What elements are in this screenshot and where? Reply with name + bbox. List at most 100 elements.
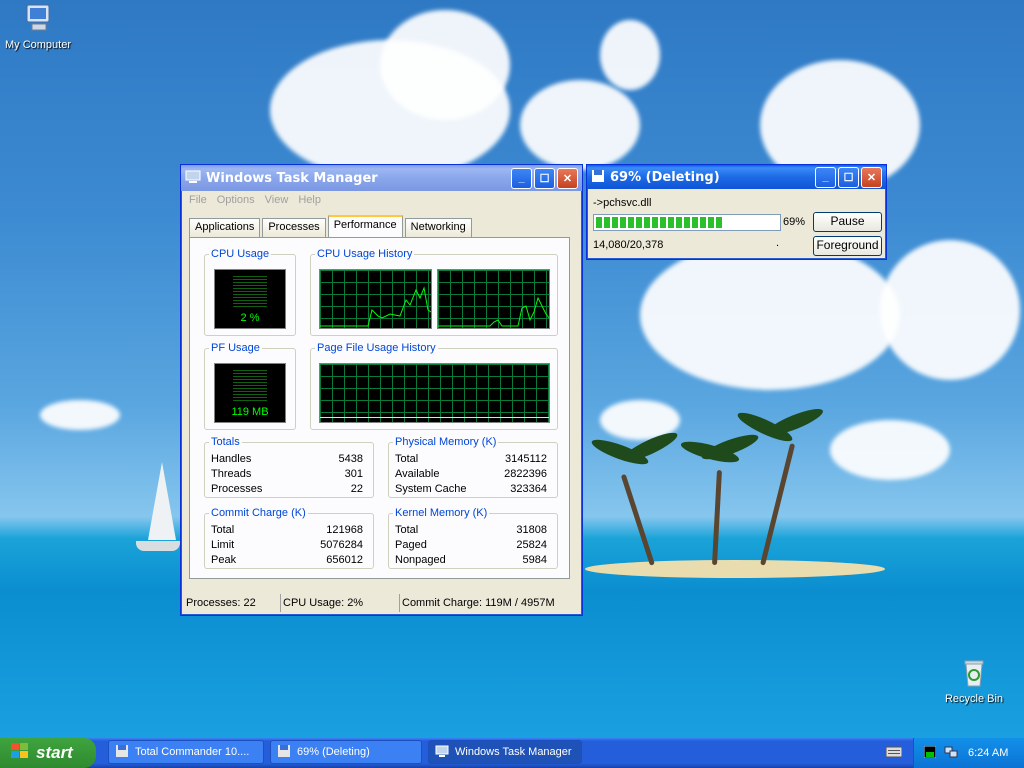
island bbox=[585, 560, 885, 578]
menu-help[interactable]: Help bbox=[298, 194, 321, 206]
commit-charge-row: Peak 656012 bbox=[211, 554, 363, 569]
pause-button[interactable]: Pause bbox=[813, 212, 882, 232]
row-value: 31808 bbox=[516, 524, 547, 536]
minimize-icon: _ bbox=[518, 172, 525, 184]
commit-charge-row: Limit 5076284 bbox=[211, 539, 363, 554]
delete-progress-window: 69% (Deleting) _ ☐ ✕ ->pchsvc.dll 69% 14… bbox=[586, 164, 887, 260]
cpu-usage-meter: 2 % bbox=[214, 269, 286, 329]
menu-options[interactable]: Options bbox=[217, 194, 255, 206]
cpu-history-graph-core1 bbox=[319, 269, 432, 329]
row-key: Limit bbox=[211, 539, 235, 551]
pf-history-group: Page File Usage History bbox=[310, 342, 558, 430]
physical-memory-row: Total 3145112 bbox=[395, 453, 547, 468]
close-button[interactable]: ✕ bbox=[861, 166, 882, 188]
row-key: Total bbox=[211, 524, 235, 536]
taskbar-button-total-commander[interactable]: Total Commander 10.... bbox=[108, 740, 264, 764]
task-manager-app-icon bbox=[185, 170, 201, 187]
physical-memory-group: Physical Memory (K) Total 3145112 Availab… bbox=[388, 436, 558, 498]
taskbar-button-label: 69% (Deleting) bbox=[297, 746, 370, 758]
my-computer-desktop-icon[interactable]: My Computer bbox=[0, 2, 78, 51]
kernel-memory-row: Nonpaged 5984 bbox=[395, 554, 547, 569]
status-dot: . bbox=[776, 237, 780, 249]
cpu-history-group: CPU Usage History bbox=[310, 248, 558, 336]
totals-row: Threads 301 bbox=[211, 468, 363, 483]
physical-memory-label: Physical Memory (K) bbox=[393, 436, 499, 448]
floppy-disk-icon bbox=[115, 744, 129, 761]
pf-usage-group: PF Usage 119 MB bbox=[204, 342, 296, 430]
commit-charge-label: Commit Charge (K) bbox=[209, 507, 308, 519]
taskbar: start Total Commander 10.... 69% (Deleti… bbox=[0, 738, 1024, 768]
close-button[interactable]: ✕ bbox=[557, 167, 578, 189]
file-count: 14,080/20,378 bbox=[593, 239, 664, 251]
taskbar-button-label: Windows Task Manager bbox=[455, 746, 572, 758]
pf-history-graph bbox=[319, 363, 550, 423]
status-commit-charge: Commit Charge: 119M / 4957M bbox=[402, 597, 555, 609]
minimize-icon: _ bbox=[822, 171, 829, 183]
physical-memory-row: System Cache 323364 bbox=[395, 483, 547, 498]
cpu-usage-label: CPU Usage bbox=[209, 248, 272, 260]
pf-usage-label: PF Usage bbox=[209, 342, 262, 354]
floppy-disk-icon bbox=[591, 169, 605, 186]
delete-progress-titlebar[interactable]: 69% (Deleting) _ ☐ ✕ bbox=[587, 165, 886, 189]
delete-progress-bar bbox=[593, 214, 781, 231]
tab-performance[interactable]: Performance bbox=[327, 215, 403, 238]
status-bar: Processes: 22 CPU Usage: 2% Commit Charg… bbox=[184, 594, 579, 612]
computer-icon bbox=[0, 2, 78, 37]
row-value: 22 bbox=[350, 483, 363, 495]
task-manager-titlebar[interactable]: Windows Task Manager _ ☐ ✕ bbox=[181, 165, 582, 191]
maximize-icon: ☐ bbox=[843, 171, 854, 184]
commit-charge-row: Total 121968 bbox=[211, 524, 363, 539]
totals-group: Totals Handles 5438 Threads 301 Processes 2… bbox=[204, 436, 374, 498]
row-key: Handles bbox=[211, 453, 252, 465]
foreground-button[interactable]: Foreground bbox=[813, 236, 882, 256]
maximize-icon: ☐ bbox=[539, 172, 550, 185]
taskbar-button-deleting[interactable]: 69% (Deleting) bbox=[270, 740, 422, 764]
kernel-memory-group: Kernel Memory (K) Total 31808 Paged 25824 … bbox=[388, 507, 558, 569]
kernel-memory-row: Paged 25824 bbox=[395, 539, 547, 554]
maximize-button[interactable]: ☐ bbox=[534, 167, 555, 189]
row-key: Threads bbox=[211, 468, 252, 480]
menu-file[interactable]: File bbox=[189, 194, 207, 206]
row-value: 3145112 bbox=[504, 453, 547, 465]
kernel-memory-row: Total 31808 bbox=[395, 524, 547, 539]
row-value: 121968 bbox=[326, 524, 363, 536]
clock[interactable]: 6:24 AM bbox=[968, 747, 1008, 759]
sailboat-hull bbox=[136, 541, 180, 551]
totals-label: Totals bbox=[209, 436, 242, 448]
tab-applications[interactable]: Applications bbox=[189, 218, 261, 237]
delete-progress-fill bbox=[596, 217, 722, 228]
row-key: Processes bbox=[211, 483, 263, 495]
status-processes: Processes: 22 bbox=[184, 594, 281, 612]
row-value: 5438 bbox=[338, 453, 363, 465]
start-button[interactable]: start bbox=[0, 738, 96, 768]
window-title: 69% (Deleting) bbox=[610, 169, 720, 185]
cpu-history-label: CPU Usage History bbox=[315, 248, 415, 260]
minimize-button[interactable]: _ bbox=[511, 167, 532, 189]
cpu-usage-value: 2 % bbox=[240, 312, 260, 324]
keyboard-icon[interactable] bbox=[885, 746, 903, 761]
row-key: Nonpaged bbox=[395, 554, 446, 566]
network-icon[interactable] bbox=[944, 745, 958, 762]
tab-networking[interactable]: Networking bbox=[404, 218, 472, 237]
totals-row: Handles 5438 bbox=[211, 453, 363, 468]
cpu-usage-group: CPU Usage 2 % bbox=[204, 248, 296, 336]
recycle-bin-desktop-icon[interactable]: Recycle Bin bbox=[934, 656, 1014, 705]
row-value: 301 bbox=[344, 468, 363, 480]
cpu-history-graph-core2 bbox=[437, 269, 550, 329]
current-file-label: ->pchsvc.dll bbox=[593, 197, 652, 209]
window-title: Windows Task Manager bbox=[206, 170, 378, 186]
tab-processes[interactable]: Processes bbox=[262, 218, 326, 237]
maximize-button[interactable]: ☐ bbox=[838, 166, 859, 188]
sailboat-sail bbox=[148, 462, 176, 540]
start-label: start bbox=[36, 743, 73, 762]
row-value: 656012 bbox=[326, 554, 363, 566]
physical-memory-row: Available 2822396 bbox=[395, 468, 547, 483]
task-manager-tray-icon[interactable] bbox=[923, 745, 937, 761]
taskbar-button-task-manager[interactable]: Windows Task Manager bbox=[428, 740, 582, 764]
menu-bar: File Options View Help bbox=[181, 191, 582, 209]
row-key: System Cache bbox=[395, 483, 467, 495]
menu-view[interactable]: View bbox=[265, 194, 289, 206]
minimize-button[interactable]: _ bbox=[815, 166, 836, 188]
row-value: 2822396 bbox=[504, 468, 547, 480]
desktop-icon-label: Recycle Bin bbox=[944, 693, 1004, 705]
